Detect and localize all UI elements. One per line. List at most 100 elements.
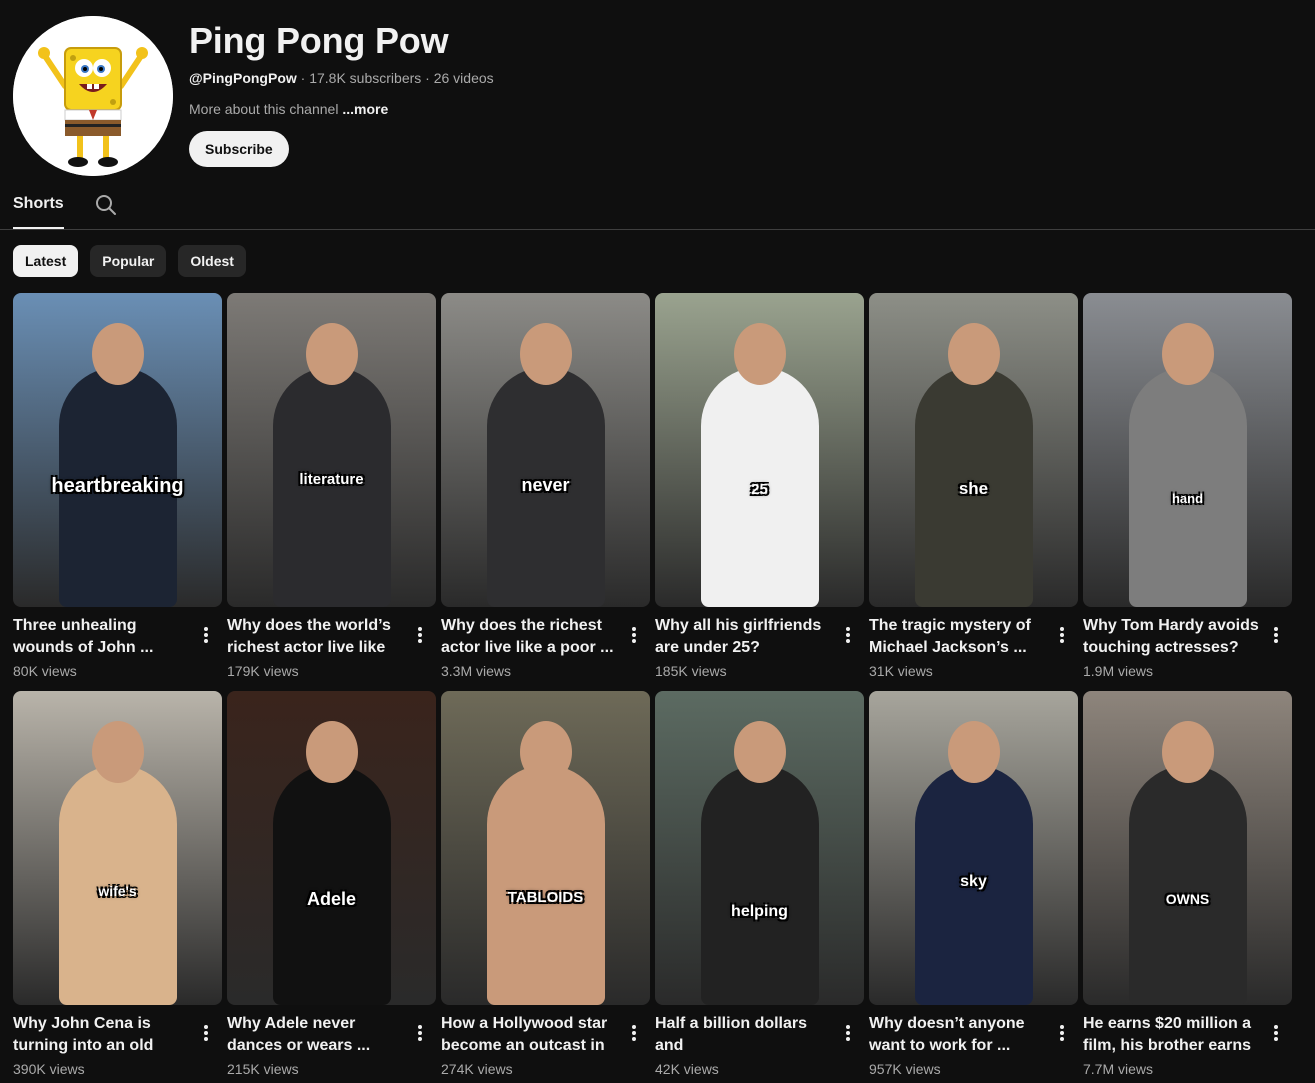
thumbnail-head <box>733 721 786 783</box>
short-views: 215K views <box>227 1061 299 1077</box>
more-actions-icon[interactable] <box>1050 623 1074 647</box>
short-thumbnail[interactable]: Adele <box>227 691 436 1005</box>
short-title[interactable]: Why doesn’t anyone want to work for ... <box>869 1013 1049 1057</box>
short-caption: sky <box>960 873 987 890</box>
thumbnail-head <box>91 721 144 783</box>
short-title-line2: film, his brother earns ... <box>1083 1037 1252 1054</box>
short-title[interactable]: Why Tom Hardy avoids touching actresses? <box>1083 615 1263 659</box>
short-card[interactable]: TABLOIDS How a Hollywood star become an … <box>441 691 650 1077</box>
short-caption: literature <box>299 471 364 488</box>
short-thumbnail[interactable]: TABLOIDS <box>441 691 650 1005</box>
short-title-line2: actor live like a poor ... <box>441 639 614 656</box>
short-card[interactable]: literature Why does the world’s richest … <box>227 293 436 679</box>
short-caption: OWNS <box>1165 891 1210 907</box>
short-caption: helping <box>731 903 788 920</box>
short-title[interactable]: Half a billion dollars and a huge heart <box>655 1013 835 1057</box>
short-caption: heartbreaking <box>51 475 184 497</box>
short-title-line1: Why Tom Hardy avoids <box>1083 617 1259 634</box>
chip-latest[interactable]: Latest <box>13 245 79 277</box>
channel-header: Ping Pong Pow @PingPongPow · 17.8K subsc… <box>13 16 1303 180</box>
search-icon[interactable] <box>94 193 118 217</box>
channel-info: Ping Pong Pow @PingPongPow · 17.8K subsc… <box>189 16 494 167</box>
short-card[interactable]: helping Half a billion dollars and a hug… <box>655 691 864 1077</box>
short-card[interactable]: 25 Why all his girlfriends are under 25?… <box>655 293 864 679</box>
short-thumbnail[interactable]: she <box>869 293 1078 607</box>
short-caption: she <box>958 479 989 498</box>
short-title-line1: The tragic mystery of <box>869 617 1031 634</box>
short-thumbnail[interactable]: wife's <box>13 691 222 1005</box>
short-caption: wife's <box>98 883 137 899</box>
short-title-line2: wounds of John ... <box>13 639 154 656</box>
thumbnail-head <box>91 323 144 385</box>
thumbnail-figure <box>1128 367 1247 607</box>
short-title[interactable]: Why Adele never dances or wears ... <box>227 1013 407 1057</box>
sponge-mascot-icon <box>13 16 173 176</box>
short-views: 3.3M views <box>441 663 512 679</box>
short-views: 185K views <box>655 663 727 679</box>
short-title-line2: want to work for ... <box>869 1037 1011 1054</box>
short-views: 957K views <box>869 1061 941 1077</box>
more-actions-icon[interactable] <box>194 623 218 647</box>
short-caption: Adele <box>306 889 357 909</box>
more-actions-icon[interactable] <box>836 1021 860 1045</box>
channel-handle[interactable]: @PingPongPow <box>189 70 297 86</box>
more-actions-icon[interactable] <box>1050 1021 1074 1045</box>
short-card[interactable]: sky Why doesn’t anyone want to work for … <box>869 691 1078 1077</box>
more-actions-icon[interactable] <box>408 623 432 647</box>
channel-about-text: More about this channel <box>189 101 339 117</box>
short-caption: 25 <box>751 481 768 498</box>
short-title-line1: Why does the richest <box>441 617 602 634</box>
short-thumbnail[interactable]: hand <box>1083 293 1292 607</box>
short-title[interactable]: Why does the world’s richest actor live … <box>227 615 407 659</box>
chip-popular[interactable]: Popular <box>90 245 167 277</box>
more-actions-icon[interactable] <box>622 1021 646 1045</box>
thumbnail-head <box>305 323 358 385</box>
short-card[interactable]: she The tragic mystery of Michael Jackso… <box>869 293 1078 679</box>
more-link[interactable]: ...more <box>342 101 388 117</box>
thumbnail-head <box>733 323 786 385</box>
more-actions-icon[interactable] <box>194 1021 218 1045</box>
short-thumbnail[interactable]: never <box>441 293 650 607</box>
thumbnail-figure <box>486 765 605 1005</box>
more-actions-icon[interactable] <box>1264 623 1288 647</box>
short-views: 274K views <box>441 1061 513 1077</box>
short-title-line1: How a Hollywood star <box>441 1015 608 1032</box>
short-card[interactable]: heartbreaking Three unhealing wounds of … <box>13 293 222 679</box>
chip-oldest[interactable]: Oldest <box>178 245 246 277</box>
short-card[interactable]: hand Why Tom Hardy avoids touching actre… <box>1083 293 1292 679</box>
channel-about[interactable]: More about this channel ...more <box>189 101 494 117</box>
short-title[interactable]: He earns $20 million a film, his brother… <box>1083 1013 1263 1057</box>
short-thumbnail[interactable]: helping <box>655 691 864 1005</box>
short-views: 390K views <box>13 1061 85 1077</box>
more-actions-icon[interactable] <box>622 623 646 647</box>
short-card[interactable]: OWNS He earns $20 million a film, his br… <box>1083 691 1292 1077</box>
short-card[interactable]: Adele Why Adele never dances or wears ..… <box>227 691 436 1077</box>
more-actions-icon[interactable] <box>408 1021 432 1045</box>
thumbnail-head <box>1161 721 1214 783</box>
more-actions-icon[interactable] <box>836 623 860 647</box>
short-title-line2: become an outcast in ... <box>441 1037 605 1054</box>
short-title-line1: Why John Cena is <box>13 1015 151 1032</box>
channel-meta: @PingPongPow · 17.8K subscribers · 26 vi… <box>189 70 494 86</box>
channel-stats: · 17.8K subscribers · 26 videos <box>300 70 494 86</box>
short-title[interactable]: How a Hollywood star become an outcast i… <box>441 1013 621 1057</box>
short-title-line1: Three unhealing <box>13 617 137 634</box>
short-title[interactable]: Three unhealing wounds of John ... <box>13 615 193 659</box>
short-thumbnail[interactable]: OWNS <box>1083 691 1292 1005</box>
more-actions-icon[interactable] <box>1264 1021 1288 1045</box>
short-title[interactable]: Why all his girlfriends are under 25? <box>655 615 835 659</box>
short-title[interactable]: The tragic mystery of Michael Jackson’s … <box>869 615 1049 659</box>
short-thumbnail[interactable]: heartbreaking <box>13 293 222 607</box>
thumbnail-head <box>519 323 572 385</box>
channel-avatar[interactable] <box>13 16 173 176</box>
short-thumbnail[interactable]: literature <box>227 293 436 607</box>
short-title[interactable]: Why John Cena is turning into an old ma.… <box>13 1013 193 1057</box>
short-card[interactable]: never Why does the richest actor live li… <box>441 293 650 679</box>
short-thumbnail[interactable]: sky <box>869 691 1078 1005</box>
thumbnail-head <box>947 721 1000 783</box>
short-title[interactable]: Why does the richest actor live like a p… <box>441 615 621 659</box>
subscribe-button[interactable]: Subscribe <box>189 131 289 167</box>
tab-shorts[interactable]: Shorts <box>13 185 64 229</box>
short-card[interactable]: wife's Why John Cena is turning into an … <box>13 691 222 1077</box>
short-thumbnail[interactable]: 25 <box>655 293 864 607</box>
